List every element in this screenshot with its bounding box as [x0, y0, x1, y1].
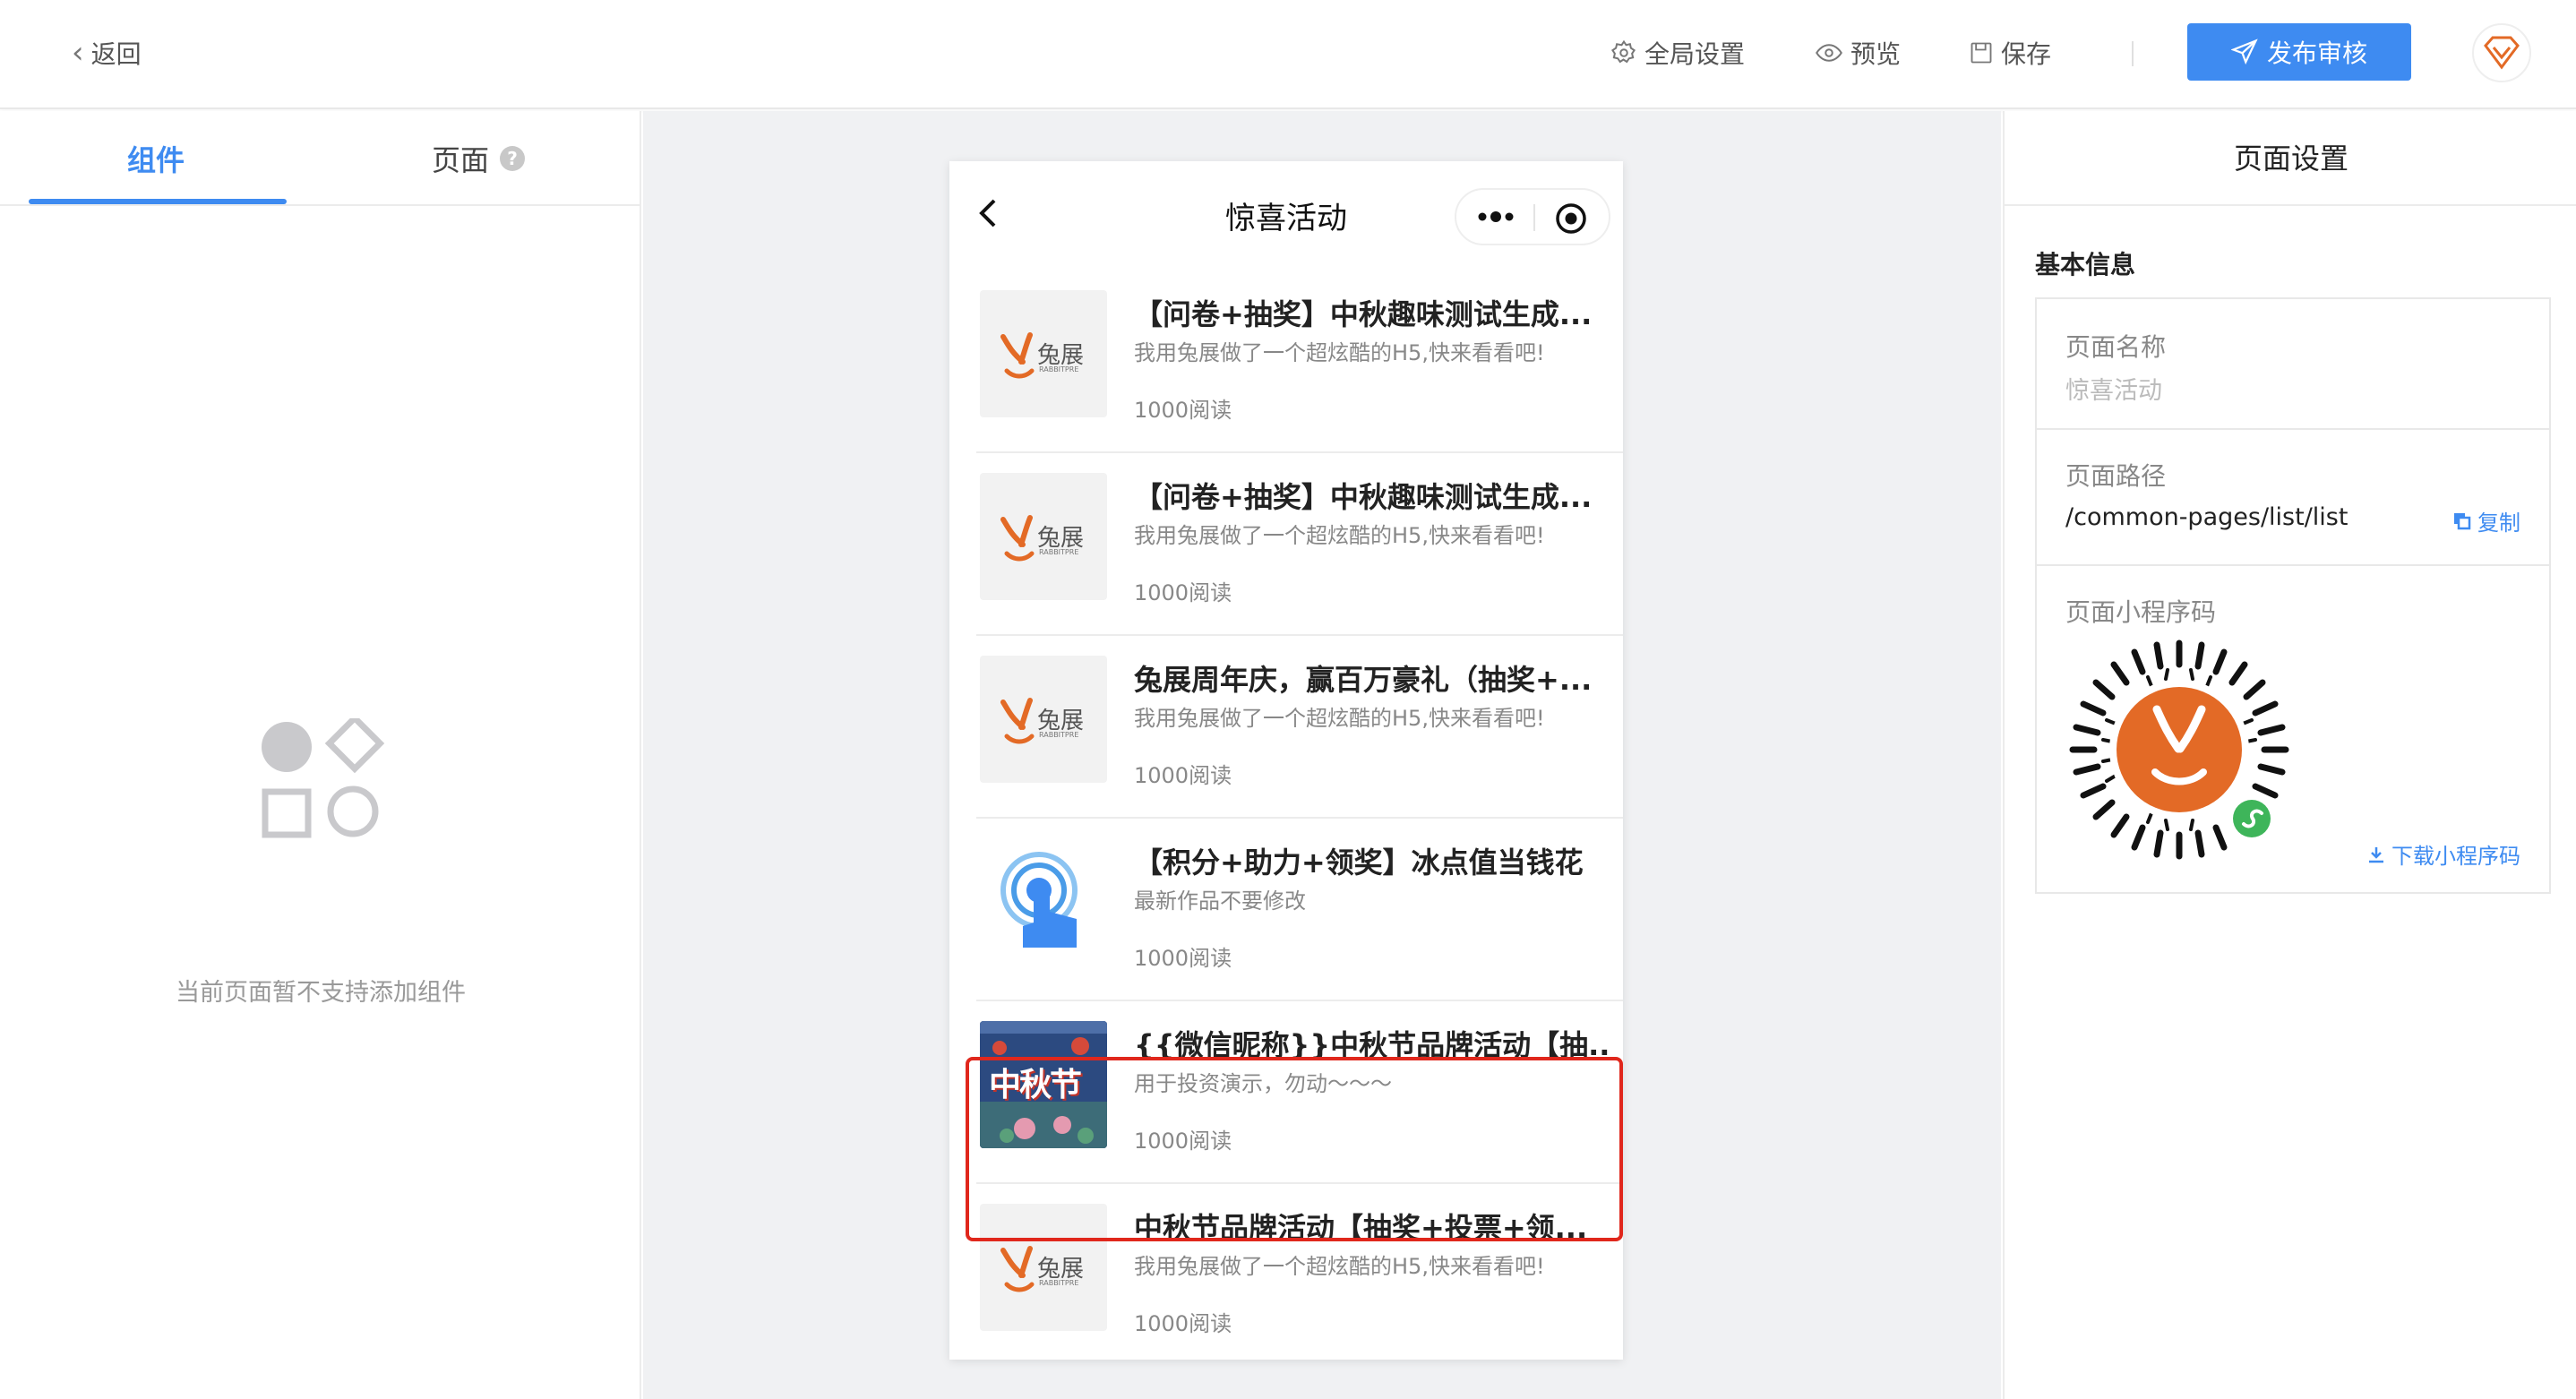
- qrcode-row: 页面小程序码 下载小程序码: [2037, 566, 2549, 892]
- empty-message: 当前页面暂不支持添加组件: [176, 979, 466, 1007]
- qrcode-label: 页面小程序码: [2065, 597, 2217, 627]
- gear-icon: [1610, 39, 1636, 64]
- item-thumbnail: 中秋节: [980, 1021, 1107, 1148]
- global-settings-button[interactable]: 全局设置: [1610, 30, 1745, 75]
- preview-button[interactable]: 预览: [1815, 30, 1901, 75]
- page-name-value: 惊喜活动: [2065, 377, 2162, 405]
- right-panel: 页面设置 基本信息 页面名称 惊喜活动 页面路径 /common-pages/l…: [2003, 111, 2576, 1399]
- copy-button[interactable]: 复制: [2452, 505, 2520, 536]
- save-label: 保存: [2001, 39, 2052, 69]
- item-thumbnail: [980, 838, 1107, 966]
- phone-nav-bar: 惊喜活动: [949, 161, 1623, 270]
- download-icon: [2369, 846, 2383, 863]
- page-settings-header: 页面设置: [2005, 111, 2576, 206]
- item-reads: 1000阅读: [1134, 763, 1232, 788]
- back-label: 返回: [90, 39, 142, 69]
- copy-icon: [2454, 512, 2471, 529]
- global-settings-label: 全局设置: [1644, 39, 1746, 69]
- miniprogram-capsule: [1455, 188, 1610, 245]
- item-desc: 我用兔展做了一个超炫酷的H5,快来看看吧!: [1134, 706, 1545, 731]
- tab-page-label: 页面: [432, 143, 490, 177]
- item-thumbnail: 兔展 RABBITPRE: [980, 290, 1107, 417]
- item-title: {{微信昵称}}中秋节品牌活动【抽...: [1134, 1028, 1609, 1062]
- item-title: 中秋节品牌活动【抽奖+投票+领...: [1134, 1211, 1588, 1245]
- basic-info-card: 页面名称 惊喜活动 页面路径 /common-pages/list/list 复…: [2035, 297, 2551, 894]
- logo-subtext: RABBITPRE: [1039, 548, 1079, 556]
- poster-text: 中秋节: [989, 1067, 1082, 1103]
- item-reads: 1000阅读: [1134, 580, 1232, 605]
- logo-subtext: RABBITPRE: [1039, 731, 1079, 739]
- diamond-logo-icon: [2484, 36, 2520, 70]
- download-label: 下载小程序码: [2391, 844, 2520, 869]
- item-thumbnail: 兔展 RABBITPRE: [980, 656, 1107, 783]
- item-title: 兔展周年庆，赢百万豪礼（抽奖+...: [1134, 663, 1593, 697]
- item-thumbnail: 兔展 RABBITPRE: [980, 1204, 1107, 1331]
- item-desc: 最新作品不要修改: [1134, 888, 1306, 914]
- save-button[interactable]: 保存: [1969, 30, 2051, 75]
- item-thumbnail: 兔展 RABBITPRE: [980, 473, 1107, 600]
- item-desc: 用于投资演示，勿动～～～: [1134, 1071, 1392, 1096]
- list-item[interactable]: 兔展 RABBITPRE 中秋节品牌活动【抽奖+投票+领... 我用兔展做了一个…: [976, 1184, 1623, 1367]
- basic-info-title: 基本信息: [2035, 250, 2136, 279]
- active-tab-indicator: [29, 199, 287, 204]
- toolbar-divider: [2132, 41, 2134, 66]
- list-item[interactable]: 兔展 RABBITPRE 【问卷+抽奖】中秋趣味测试生成... 我用兔展做了一个…: [976, 270, 1623, 453]
- list-item-selected[interactable]: 中秋节 {{微信昵称}}中秋节品牌活动【抽... 用于投资演示，勿动～～～ 10…: [976, 1001, 1623, 1184]
- item-reads: 1000阅读: [1134, 1311, 1232, 1336]
- chevron-left-icon: ‹: [72, 35, 84, 71]
- tab-components[interactable]: 组件: [127, 138, 185, 179]
- save-icon: [1971, 42, 1992, 64]
- tab-components-label: 组件: [127, 143, 185, 177]
- preview-label: 预览: [1850, 39, 1902, 69]
- tab-page[interactable]: 页面 ?: [432, 138, 526, 179]
- item-title: 【问卷+抽奖】中秋趣味测试生成...: [1134, 480, 1593, 514]
- item-reads: 1000阅读: [1134, 1129, 1232, 1154]
- page-name-row: 页面名称 惊喜活动: [2037, 299, 2549, 430]
- logo-subtext: RABBITPRE: [1039, 1279, 1079, 1287]
- item-desc: 我用兔展做了一个超炫酷的H5,快来看看吧!: [1134, 1254, 1545, 1279]
- item-reads: 1000阅读: [1134, 398, 1232, 423]
- page-path-label: 页面路径: [2065, 461, 2167, 491]
- user-avatar[interactable]: [2472, 23, 2531, 82]
- list-item[interactable]: 兔展 RABBITPRE 兔展周年庆，赢百万豪礼（抽奖+... 我用兔展做了一个…: [976, 636, 1623, 819]
- publish-review-button[interactable]: 发布审核: [2187, 23, 2411, 81]
- more-dots-icon[interactable]: [1476, 202, 1516, 231]
- eye-icon: [1816, 44, 1842, 62]
- item-reads: 1000阅读: [1134, 946, 1232, 971]
- help-icon[interactable]: ?: [500, 146, 526, 171]
- capsule-divider: [1533, 204, 1535, 231]
- miniprogram-code-image: [2069, 639, 2289, 860]
- close-target-icon[interactable]: [1555, 202, 1587, 235]
- page-path-row: 页面路径 /common-pages/list/list 复制: [2037, 430, 2549, 566]
- page-name-label: 页面名称: [2065, 332, 2167, 362]
- left-panel: 组件 页面 ? 当前页面暂不支持添加组件: [0, 111, 641, 1399]
- tap-finger-icon: [1000, 852, 1078, 948]
- shapes-placeholder-icon: [262, 718, 385, 838]
- left-tabs: 组件 页面 ?: [0, 111, 641, 206]
- page-path-value: /common-pages/list/list: [2065, 503, 2348, 531]
- item-title: 【积分+助力+领奖】冰点值当钱花: [1134, 845, 1584, 880]
- top-toolbar: ‹ 返回 全局设置 预览 保存 发布审核: [0, 0, 2576, 109]
- publish-label: 发布审核: [2266, 39, 2367, 68]
- phone-preview: 惊喜活动 兔展 RABBITPRE 【问卷+抽奖】中秋趣味测试生成... 我用兔…: [949, 161, 1623, 1360]
- editor-canvas: 惊喜活动 兔展 RABBITPRE 【问卷+抽奖】中秋趣味测试生成... 我用兔…: [643, 111, 2001, 1399]
- copy-label: 复制: [2477, 511, 2520, 536]
- item-desc: 我用兔展做了一个超炫酷的H5,快来看看吧!: [1134, 340, 1545, 365]
- item-title: 【问卷+抽奖】中秋趣味测试生成...: [1134, 297, 1593, 331]
- item-desc: 我用兔展做了一个超炫酷的H5,快来看看吧!: [1134, 523, 1545, 548]
- logo-subtext: RABBITPRE: [1039, 365, 1079, 373]
- back-button[interactable]: ‹ 返回: [72, 30, 142, 75]
- list-item[interactable]: 兔展 RABBITPRE 【问卷+抽奖】中秋趣味测试生成... 我用兔展做了一个…: [976, 453, 1623, 636]
- send-icon: [2230, 39, 2258, 65]
- list-item[interactable]: 【积分+助力+领奖】冰点值当钱花 最新作品不要修改 1000阅读: [976, 819, 1623, 1001]
- download-qrcode-button[interactable]: 下载小程序码: [2366, 838, 2520, 870]
